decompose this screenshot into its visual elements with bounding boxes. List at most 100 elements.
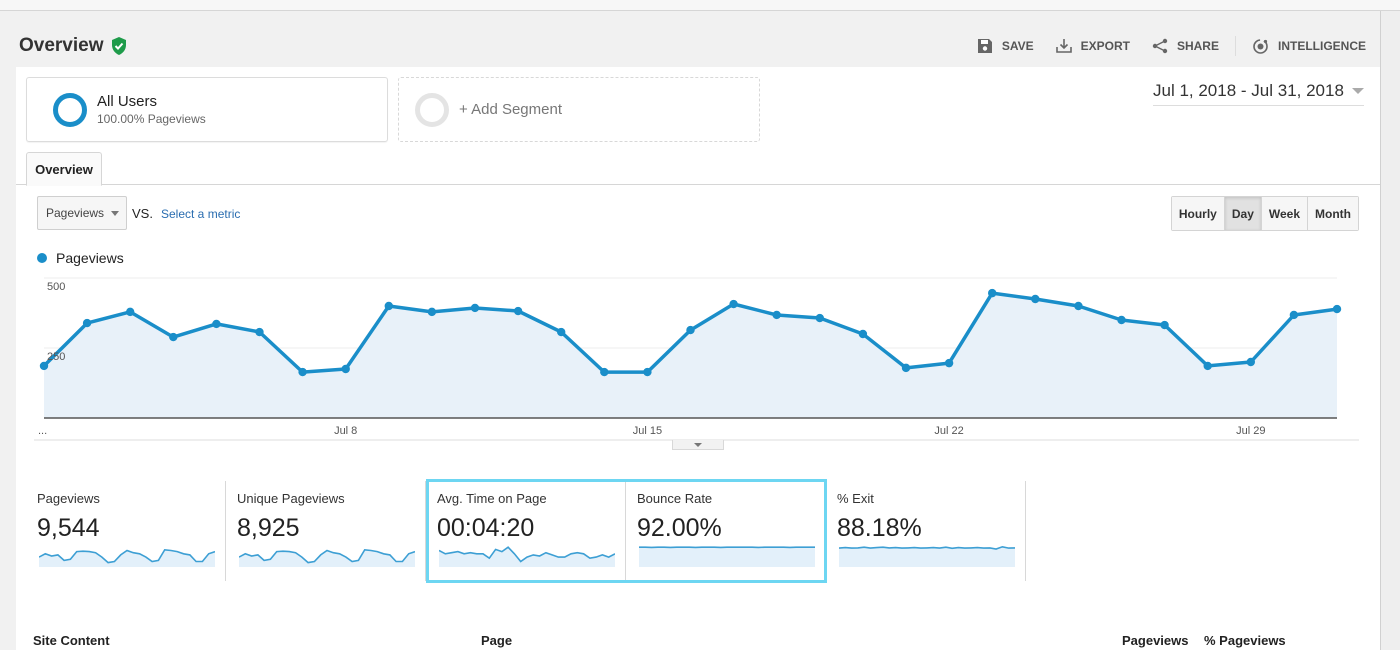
scorecard-label: Pageviews xyxy=(37,491,100,506)
save-button[interactable]: SAVE xyxy=(977,38,1034,54)
segment-ring-icon xyxy=(53,92,87,127)
data-point[interactable] xyxy=(686,325,695,335)
granularity-hourly-button[interactable]: Hourly xyxy=(1171,197,1224,230)
metric-dropdown[interactable]: Pageviews xyxy=(37,196,127,230)
data-point[interactable] xyxy=(643,367,652,377)
scorecard[interactable]: Avg. Time on Page 00:04:20 xyxy=(426,481,626,581)
data-point[interactable] xyxy=(557,327,566,337)
share-icon xyxy=(1152,38,1168,54)
granularity-month-button[interactable]: Month xyxy=(1307,197,1358,230)
chevron-down-icon xyxy=(694,442,702,447)
data-point[interactable] xyxy=(212,319,221,329)
data-point[interactable] xyxy=(729,299,738,309)
page-title: Overview xyxy=(19,35,127,57)
table-header-percent-pageviews[interactable]: % Pageviews xyxy=(1204,633,1286,648)
intelligence-label: INTELLIGENCE xyxy=(1277,39,1366,53)
data-point[interactable] xyxy=(1203,361,1212,371)
sparkline-area xyxy=(239,549,415,567)
report-panel: All Users 100.00% Pageviews + Add Segmen… xyxy=(16,67,1380,650)
segment-subtitle: 100.00% Pageviews xyxy=(97,112,206,126)
data-point[interactable] xyxy=(298,367,307,377)
table-header-page[interactable]: Page xyxy=(481,633,512,648)
legend-dot-icon xyxy=(37,253,47,263)
save-icon xyxy=(977,39,992,53)
sparkline-area xyxy=(839,546,1015,567)
intelligence-icon xyxy=(1253,38,1268,54)
scorecard-value: 9,544 xyxy=(37,514,100,542)
scorecard[interactable]: Pageviews 9,544 xyxy=(26,481,226,581)
data-point[interactable] xyxy=(858,329,868,339)
data-point[interactable] xyxy=(255,327,264,337)
scorecard[interactable]: Bounce Rate 92.00% xyxy=(626,481,826,581)
data-point[interactable] xyxy=(988,288,997,298)
scorecard-value: 00:04:20 xyxy=(437,514,535,542)
data-point[interactable] xyxy=(470,303,480,313)
tab-overview[interactable]: Overview xyxy=(26,152,102,186)
data-point[interactable] xyxy=(513,306,523,316)
granularity-week-button[interactable]: Week xyxy=(1260,197,1308,230)
data-point[interactable] xyxy=(815,313,824,323)
export-label: EXPORT xyxy=(1080,39,1130,53)
y-tick-label: 250 xyxy=(47,351,65,363)
data-point[interactable] xyxy=(944,358,954,368)
share-label: SHARE xyxy=(1176,39,1219,53)
x-tick-label: ... xyxy=(38,425,47,437)
data-point[interactable] xyxy=(427,307,437,317)
chevron-down-icon xyxy=(111,210,119,216)
intelligence-button[interactable]: INTELLIGENCE xyxy=(1252,38,1366,55)
table-header-pageviews[interactable]: Pageviews xyxy=(1122,633,1189,648)
segment-name: All Users xyxy=(97,93,158,110)
x-tick-label: Jul 15 xyxy=(633,425,662,437)
data-point[interactable] xyxy=(1246,357,1256,367)
toolbar-divider xyxy=(1234,36,1236,56)
granularity-toggle: Hourly Day Week Month xyxy=(1170,196,1359,231)
export-button[interactable]: EXPORT xyxy=(1055,38,1130,54)
data-point[interactable] xyxy=(1031,294,1040,304)
shield-check-icon xyxy=(111,37,126,55)
scorecard-value: 92.00% xyxy=(637,514,722,542)
save-label: SAVE xyxy=(1001,39,1034,53)
chevron-down-icon xyxy=(1352,88,1364,94)
metric-dropdown-value: Pageviews xyxy=(46,206,105,220)
scrollbar[interactable] xyxy=(1380,11,1400,650)
segment-all-users[interactable]: All Users 100.00% Pageviews xyxy=(26,77,388,142)
table-header-site-content: Site Content xyxy=(33,633,110,648)
pageviews-chart[interactable]: 250 500... Jul 8 Jul 15 Jul 22 Jul 29 xyxy=(16,263,1380,443)
share-button[interactable]: SHARE xyxy=(1152,38,1219,54)
data-point[interactable] xyxy=(1332,304,1342,314)
scorecard-value: 8,925 xyxy=(237,514,300,542)
download-icon xyxy=(1055,39,1072,53)
y-tick-label: 500 xyxy=(47,281,65,293)
scorecard-label: Avg. Time on Page xyxy=(437,491,547,506)
data-point[interactable] xyxy=(1117,315,1126,325)
x-tick-label: Jul 29 xyxy=(1236,425,1265,437)
date-range-text: Jul 1, 2018 - Jul 31, 2018 xyxy=(1153,81,1344,100)
data-point[interactable] xyxy=(600,367,609,377)
sparkline xyxy=(439,546,615,567)
granularity-day-button[interactable]: Day xyxy=(1223,197,1261,230)
vs-label: VS. xyxy=(132,206,153,221)
collapse-chart-button[interactable] xyxy=(672,440,724,450)
data-point[interactable] xyxy=(169,332,178,342)
top-strip xyxy=(0,0,1400,11)
data-point[interactable] xyxy=(1160,320,1169,330)
data-point[interactable] xyxy=(1074,301,1083,311)
sparkline xyxy=(639,546,815,567)
data-point[interactable] xyxy=(82,318,92,328)
data-point[interactable] xyxy=(341,364,350,374)
scorecard[interactable]: Unique Pageviews 8,925 xyxy=(226,481,426,581)
data-point[interactable] xyxy=(1289,310,1299,320)
scorecard[interactable]: % Exit 88.18% xyxy=(826,481,1026,581)
page-title-text: Overview xyxy=(19,35,104,56)
add-segment-button[interactable]: + Add Segment xyxy=(398,77,760,142)
date-range-picker[interactable]: Jul 1, 2018 - Jul 31, 2018 xyxy=(1153,81,1364,106)
sparkline xyxy=(39,548,215,567)
data-point[interactable] xyxy=(126,307,135,317)
data-point[interactable] xyxy=(772,310,781,320)
series-area xyxy=(44,293,1337,418)
data-point[interactable] xyxy=(901,363,911,373)
select-metric-link[interactable]: Select a metric xyxy=(161,207,240,221)
scorecard-value: 88.18% xyxy=(837,514,922,542)
x-tick-label: Jul 22 xyxy=(934,425,963,437)
data-point[interactable] xyxy=(384,301,393,311)
